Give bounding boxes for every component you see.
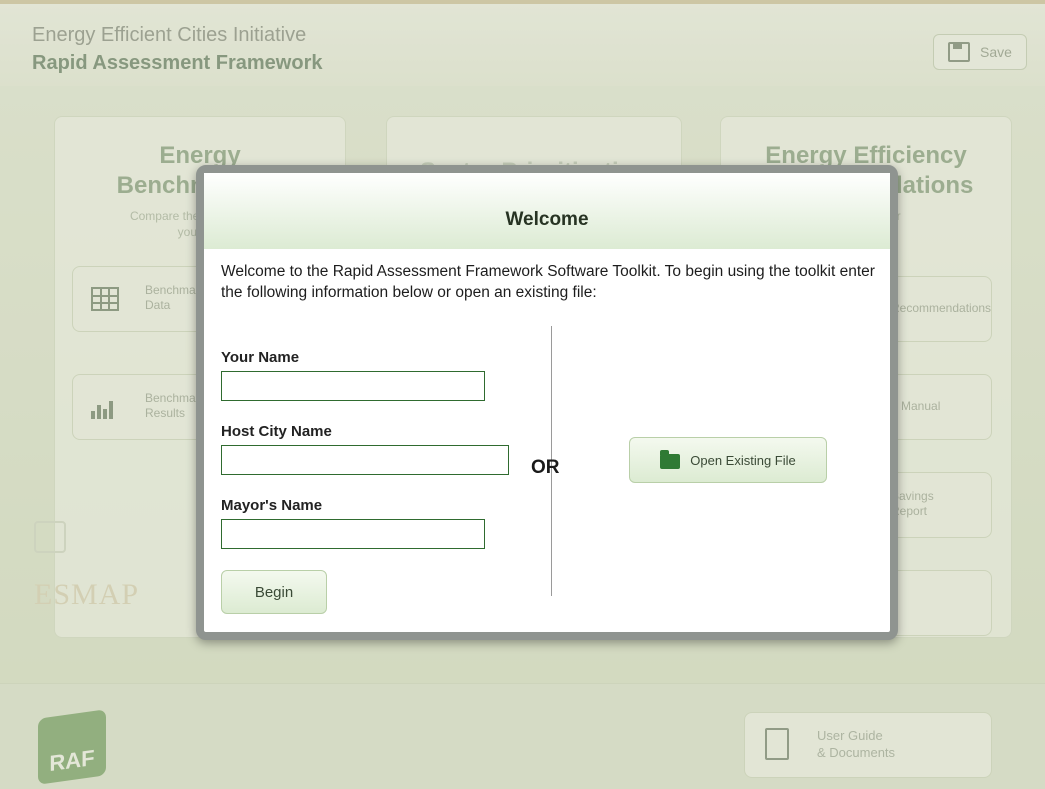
or-label: OR [531,457,560,478]
folder-icon [660,450,681,469]
dialog-header: Welcome [204,173,890,249]
host-city-label: Host City Name [221,423,332,440]
welcome-dialog: Welcome Welcome to the Rapid Assessment … [196,165,898,640]
dialog-title: Welcome [505,209,589,230]
your-name-label: Your Name [221,349,300,366]
your-name-input[interactable] [221,371,485,401]
open-existing-file-label: Open Existing File [690,452,796,468]
mayor-name-input[interactable] [221,519,485,549]
begin-button[interactable]: Begin [221,570,327,614]
open-existing-file-button[interactable]: Open Existing File [629,437,827,483]
dialog-intro-text: Welcome to the Rapid Assessment Framewor… [221,263,875,301]
host-city-input[interactable] [221,445,509,475]
mayor-name-label: Mayor's Name [221,497,323,514]
